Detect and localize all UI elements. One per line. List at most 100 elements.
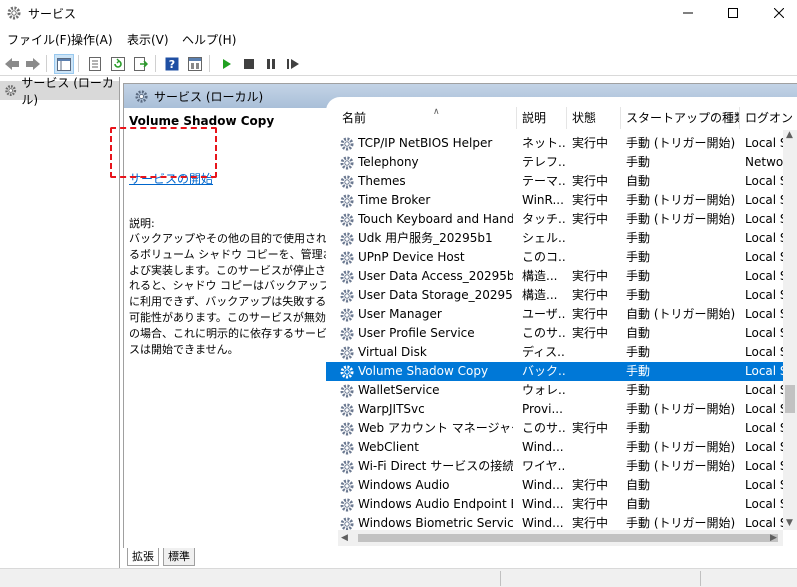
- tab-extended[interactable]: 拡張: [127, 548, 159, 566]
- horizontal-scrollbar[interactable]: ◀ ▶: [338, 530, 783, 546]
- forward-arrow-icon[interactable]: [23, 54, 43, 74]
- tree-item-services-local[interactable]: サービス (ローカル): [0, 76, 119, 107]
- cell-description: このサ...: [522, 421, 566, 435]
- table-row[interactable]: User Data Storage_20295b1 構造... 実行中 手動 Local…: [326, 286, 786, 305]
- table-row[interactable]: Windows Audio Endpoint B... Wind... 実行中 自動 L…: [326, 495, 786, 514]
- table-row[interactable]: Virtual Disk ディス... 手動 Local S: [326, 343, 786, 362]
- cell-description: タッチ...: [522, 212, 566, 226]
- table-row[interactable]: Telephony テレフ... 手動 Networ: [326, 153, 786, 172]
- cell-status: [572, 248, 620, 267]
- cell-status: [572, 343, 620, 362]
- cell-status: [572, 362, 620, 381]
- services-gear-icon: [135, 89, 148, 103]
- tab-standard[interactable]: 標準: [163, 548, 195, 566]
- service-gear-icon: [339, 478, 355, 494]
- table-row[interactable]: Time Broker WinR... 実行中 手動 (トリガー開始) Local S: [326, 191, 786, 210]
- vertical-scroll-thumb[interactable]: [785, 385, 795, 413]
- table-row[interactable]: Touch Keyboard and Hand... タッチ... 実行中 手動 (ト…: [326, 210, 786, 229]
- table-row[interactable]: User Manager ユーザ... 実行中 自動 (トリガー開始) Local S: [326, 305, 786, 324]
- service-gear-icon: [339, 250, 355, 266]
- svg-text:?: ?: [169, 58, 175, 71]
- menu-bar: ファイル(F) 操作(A) 表示(V) ヘルプ(H): [0, 28, 797, 50]
- cell-description: ウォレ...: [522, 383, 566, 397]
- column-header-description[interactable]: 説明: [517, 107, 567, 129]
- column-header-row: ∧ 名前 説明 状態 スタートアップの種類 ログオン: [326, 107, 797, 129]
- scroll-left-icon[interactable]: ◀: [341, 533, 348, 543]
- cell-status: [572, 400, 620, 419]
- vertical-scrollbar[interactable]: ▲ ▼: [783, 130, 797, 530]
- cell-description: ユーザ...: [522, 307, 566, 321]
- service-gear-icon: [339, 288, 355, 304]
- table-row[interactable]: UPnP Device Host このコ... 手動 Local S: [326, 248, 786, 267]
- scroll-down-icon[interactable]: ▼: [786, 518, 793, 528]
- cell-status: [572, 438, 620, 457]
- cell-logon: Local S: [745, 212, 786, 226]
- cell-description: このコ...: [522, 250, 566, 264]
- table-row[interactable]: User Data Access_20295b1 構造... 実行中 手動 Local …: [326, 267, 786, 286]
- stop-icon[interactable]: [239, 54, 259, 74]
- back-arrow-icon[interactable]: [2, 54, 22, 74]
- table-row[interactable]: Volume Shadow Copy バック... 手動 Local S: [326, 362, 786, 381]
- table-row[interactable]: WalletService ウォレ... 手動 Local S: [326, 381, 786, 400]
- table-row[interactable]: WebClient Wind... 手動 (トリガー開始) Local S: [326, 438, 786, 457]
- cell-description: バック...: [522, 364, 566, 378]
- cell-logon: Local S: [745, 345, 786, 359]
- minimize-button[interactable]: [665, 0, 711, 26]
- table-row[interactable]: Wi-Fi Direct サービスの接続マ... ワイヤ... 手動 (トリガー開始…: [326, 457, 786, 476]
- maximize-button[interactable]: [710, 0, 756, 26]
- table-row[interactable]: Web アカウント マネージャー このサ... 実行中 手動 Local S: [326, 419, 786, 438]
- menu-help[interactable]: ヘルプ(H): [182, 31, 236, 48]
- menu-view[interactable]: 表示(V): [127, 31, 169, 48]
- cell-name: User Data Storage_20295b1: [358, 288, 513, 302]
- cell-description: Provi...: [522, 402, 563, 416]
- cell-startup-type: 手動: [626, 155, 651, 169]
- cell-startup-type: 手動 (トリガー開始): [626, 136, 736, 150]
- cell-startup-type: 手動: [626, 269, 651, 283]
- cell-name: WebClient: [358, 440, 419, 454]
- cell-startup-type: 手動: [626, 231, 651, 245]
- console-tree-icon[interactable]: [54, 54, 74, 74]
- menu-file[interactable]: ファイル(F): [7, 31, 71, 48]
- refresh-icon[interactable]: [108, 54, 128, 74]
- restart-icon[interactable]: [283, 54, 303, 74]
- cell-status: 実行中: [572, 288, 609, 302]
- cell-description: 構造...: [522, 269, 558, 283]
- service-gear-icon: [339, 269, 355, 285]
- highlight-annotation-box: [110, 127, 217, 178]
- column-header-status[interactable]: 状態: [567, 107, 621, 129]
- cell-status: 実行中: [572, 307, 609, 321]
- service-description: バックアップやその他の目的で使用されるボリューム シャドウ コピーを、管理および…: [129, 232, 334, 356]
- properties-icon[interactable]: [85, 54, 105, 74]
- table-row[interactable]: Windows Audio Wind... 実行中 自動 Local S: [326, 476, 786, 495]
- table-row[interactable]: TCP/IP NetBIOS Helper ネット... 実行中 手動 (トリガー開始…: [326, 134, 786, 153]
- cell-status: 実行中: [572, 478, 609, 492]
- column-header-name[interactable]: ∧ 名前: [337, 107, 517, 129]
- pause-icon[interactable]: [261, 54, 281, 74]
- export-list-icon[interactable]: [131, 54, 151, 74]
- cell-description: ディス...: [522, 345, 566, 359]
- cell-logon: Local S: [745, 193, 786, 207]
- service-gear-icon: [339, 402, 355, 418]
- table-row[interactable]: Themes テーマ... 実行中 自動 Local S: [326, 172, 786, 191]
- menu-action[interactable]: 操作(A): [71, 31, 113, 48]
- service-gear-icon: [339, 421, 355, 437]
- column-header-logon[interactable]: ログオン: [740, 107, 797, 129]
- scroll-up-icon[interactable]: ▲: [786, 130, 793, 140]
- cell-startup-type: 手動 (トリガー開始): [626, 193, 736, 207]
- console-tree: サービス (ローカル): [0, 76, 120, 575]
- cell-name: Udk 用户服务_20295b1: [358, 231, 493, 245]
- scroll-right-icon[interactable]: ▶: [770, 533, 777, 543]
- horizontal-scroll-thumb[interactable]: [358, 534, 778, 542]
- table-row[interactable]: User Profile Service このサ... 実行中 自動 Local S: [326, 324, 786, 343]
- play-icon[interactable]: [217, 54, 237, 74]
- toolbar: ?: [0, 51, 797, 76]
- cell-logon: Local S: [745, 478, 786, 492]
- table-row[interactable]: Udk 用户服务_20295b1 シェル... 手動 Local S: [326, 229, 786, 248]
- services-gear-icon: [5, 85, 17, 96]
- help-icon[interactable]: ?: [162, 54, 182, 74]
- close-button[interactable]: [756, 0, 797, 26]
- column-header-startup-type[interactable]: スタートアップの種類: [621, 107, 740, 129]
- show-hide-pane-icon[interactable]: [185, 54, 205, 74]
- table-row[interactable]: WarpJITSvc Provi... 手動 (トリガー開始) Local S: [326, 400, 786, 419]
- cell-startup-type: 手動: [626, 364, 651, 378]
